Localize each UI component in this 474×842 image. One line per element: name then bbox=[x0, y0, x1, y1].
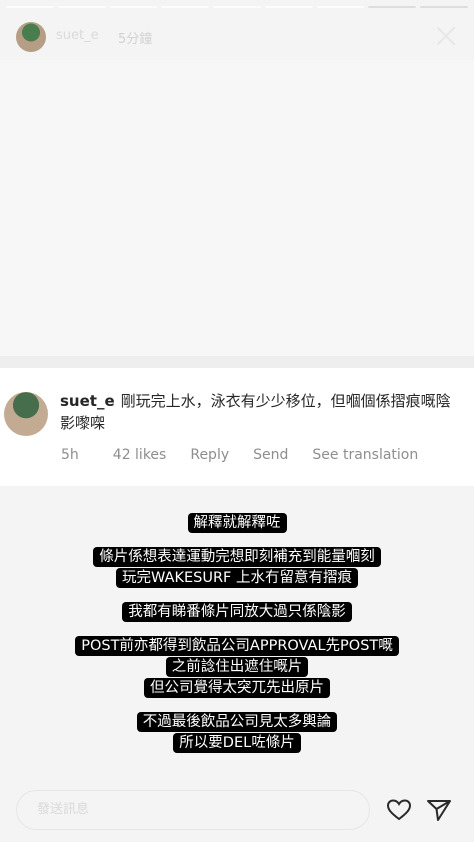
progress-segment bbox=[6, 6, 54, 8]
send-link[interactable]: Send bbox=[253, 447, 288, 463]
story-progress-bar bbox=[6, 6, 469, 8]
story-reply-bar: 發送訊息 bbox=[0, 780, 474, 842]
like-button[interactable] bbox=[386, 798, 412, 822]
story-captions: 解釋就解釋咗 條片係想表達運動完想即刻補充到能量嗰刻 玩完WAKESURF 上水… bbox=[0, 512, 474, 766]
caption-group: 不過最後飲品公司見太多輿論 所以要DEL咗條片 bbox=[0, 711, 474, 753]
comment-username[interactable]: suet_e bbox=[60, 392, 115, 410]
progress-segment bbox=[420, 6, 469, 8]
heart-icon bbox=[386, 799, 412, 821]
comment-avatar[interactable] bbox=[4, 392, 48, 436]
story-image-area bbox=[0, 60, 474, 356]
reply-link[interactable]: Reply bbox=[190, 447, 229, 463]
close-icon bbox=[436, 26, 456, 46]
story-timestamp: 5分鐘 bbox=[118, 32, 153, 47]
caption-line: 玩完WAKESURF 上水冇留意有摺痕 bbox=[116, 568, 358, 588]
progress-segment bbox=[109, 6, 158, 8]
reply-input[interactable]: 發送訊息 bbox=[16, 790, 370, 830]
send-button[interactable] bbox=[426, 798, 452, 822]
story-header: suet_e 5分鐘 bbox=[16, 22, 458, 56]
progress-segment bbox=[368, 6, 417, 8]
progress-segment bbox=[161, 6, 210, 8]
comment-meta: 5h 42 likes Reply Send See translation bbox=[61, 447, 442, 463]
caption-line: 不過最後飲品公司見太多輿論 bbox=[136, 712, 338, 732]
progress-segment bbox=[57, 6, 106, 8]
progress-segment bbox=[264, 6, 313, 8]
caption-line: 所以要DEL咗條片 bbox=[173, 733, 301, 753]
comment-body: 剛玩完上水，泳衣有少少移位，但嗰個係摺痕嘅陰影嚟㗎 bbox=[60, 392, 451, 432]
caption-group: POST前亦都得到飲品公司APPROVAL先POST嘅 之前諗住出遮住嘅片 但公… bbox=[0, 635, 474, 698]
story-avatar[interactable] bbox=[16, 22, 46, 52]
caption-line: 解釋就解釋咗 bbox=[187, 513, 287, 533]
comment-text: suet_e 剛玩完上水，泳衣有少少移位，但嗰個係摺痕嘅陰影嚟㗎 bbox=[60, 390, 460, 434]
section-divider bbox=[0, 356, 474, 368]
comment-card: suet_e 剛玩完上水，泳衣有少少移位，但嗰個係摺痕嘅陰影嚟㗎 5h 42 li… bbox=[0, 368, 474, 486]
caption-line: 但公司覺得太突兀先出原片 bbox=[144, 678, 330, 698]
progress-segment bbox=[316, 6, 365, 8]
see-translation-link[interactable]: See translation bbox=[312, 447, 418, 463]
close-button[interactable] bbox=[434, 24, 458, 48]
progress-segment bbox=[213, 6, 261, 8]
comment-likes[interactable]: 42 likes bbox=[113, 447, 167, 463]
comment-time: 5h bbox=[61, 447, 79, 463]
story-username[interactable]: suet_e bbox=[56, 28, 99, 43]
caption-line: POST前亦都得到飲品公司APPROVAL先POST嘅 bbox=[75, 636, 399, 656]
caption-group: 我都有睇番條片同放大過只係陰影 bbox=[0, 601, 474, 622]
caption-line: 之前諗住出遮住嘅片 bbox=[165, 657, 309, 677]
caption-group: 條片係想表達運動完想即刻補充到能量嗰刻 玩完WAKESURF 上水冇留意有摺痕 bbox=[0, 546, 474, 588]
caption-line: 條片係想表達運動完想即刻補充到能量嗰刻 bbox=[93, 547, 381, 567]
paper-plane-icon bbox=[427, 800, 451, 821]
caption-group: 解釋就解釋咗 bbox=[0, 512, 474, 533]
caption-line: 我都有睇番條片同放大過只係陰影 bbox=[122, 602, 352, 622]
